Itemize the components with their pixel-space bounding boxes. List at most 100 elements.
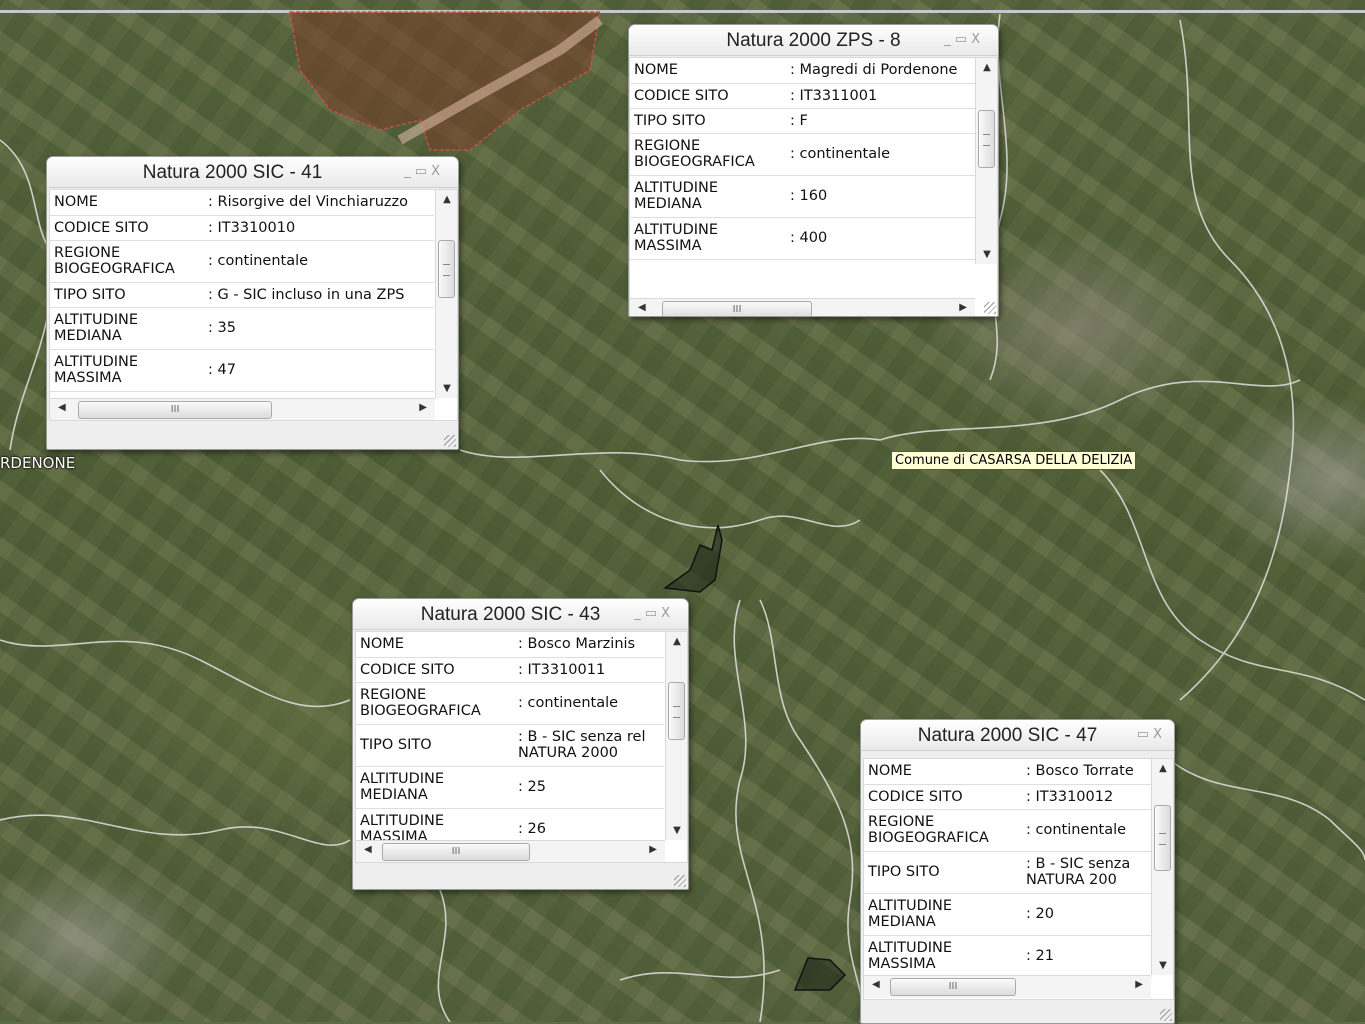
scroll-thumb-h[interactable]: III (662, 301, 812, 316)
popup-title: Natura 2000 SIC - 41 (142, 162, 323, 183)
scroll-down-icon[interactable]: ▼ (666, 825, 687, 836)
scroll-down-icon[interactable]: ▼ (976, 249, 997, 260)
resize-handle[interactable] (984, 302, 996, 314)
scroll-thumb-h[interactable]: III (78, 401, 272, 419)
scroll-down-icon[interactable]: ▼ (1152, 960, 1173, 971)
popup-titlebar[interactable]: Natura 2000 ZPS - 8 _▭X (629, 25, 998, 56)
close-icon[interactable]: X (971, 32, 984, 47)
attribute-key: TIPO SITO (50, 282, 204, 308)
attribute-table: NOME: Risorgive del Vinchiaruzzo CODICE … (50, 190, 434, 392)
horizontal-scrollbar[interactable]: ◀ III ▶ (864, 975, 1151, 998)
minimize-icon[interactable]: _ (404, 164, 415, 179)
vertical-scrollbar[interactable]: ▲ ▼ (975, 58, 997, 264)
minimize-icon[interactable]: _ (944, 32, 955, 47)
scroll-right-icon[interactable]: ▶ (1135, 979, 1143, 990)
attribute-key: REGIONE BIOGEOGRAFICA (50, 240, 204, 283)
scroll-up-icon[interactable]: ▲ (666, 636, 687, 647)
table-row: TIPO SITO: B - SIC senza rel NATURA 2000 (356, 724, 664, 767)
table-row: NOME: Bosco Marzinis (356, 632, 664, 658)
scroll-thumb[interactable] (668, 682, 685, 740)
attribute-panel: NOME: Bosco Torrate CODICE SITO: IT33100… (863, 758, 1174, 1000)
scroll-left-icon[interactable]: ◀ (58, 402, 66, 413)
horizontal-scrollbar[interactable]: ◀ III ▶ (356, 840, 665, 862)
scroll-left-icon[interactable]: ◀ (872, 979, 880, 990)
table-row: NOME: Risorgive del Vinchiaruzzo (50, 190, 434, 216)
popup-titlebar[interactable]: Natura 2000 SIC - 41 _▭X (47, 157, 458, 188)
horizontal-scrollbar[interactable]: ◀ III ▶ (50, 398, 435, 420)
resize-handle[interactable] (674, 875, 686, 887)
popup-titlebar[interactable]: Natura 2000 SIC - 43 _▭X (353, 599, 688, 630)
close-icon[interactable]: X (661, 606, 674, 621)
table-row: TIPO SITO: B - SIC senza NATURA 200 (864, 851, 1152, 894)
vertical-scrollbar[interactable]: ▲ ▼ (1151, 759, 1173, 975)
popup-title: Natura 2000 SIC - 43 (420, 604, 601, 625)
scroll-thumb[interactable] (1154, 805, 1171, 871)
scroll-up-icon[interactable]: ▲ (1152, 763, 1173, 774)
attribute-value: : IT3310011 (514, 657, 664, 683)
minimize-icon[interactable]: _ (634, 606, 645, 621)
table-row: CODICE SITO: IT3311001 (630, 83, 975, 109)
attribute-key: ALTITUDINE MASSIMA (50, 349, 204, 392)
map-label-pordenone: RDENONE (0, 454, 76, 472)
attribute-key: NOME (630, 58, 786, 84)
scroll-left-icon[interactable]: ◀ (364, 844, 372, 855)
scroll-up-icon[interactable]: ▲ (976, 62, 997, 73)
scroll-right-icon[interactable]: ▶ (649, 844, 657, 855)
scroll-left-icon[interactable]: ◀ (638, 302, 646, 313)
restore-icon[interactable]: ▭ (415, 164, 431, 179)
horizontal-scrollbar[interactable]: ◀ III ▶ (630, 298, 975, 316)
scroll-right-icon[interactable]: ▶ (419, 402, 427, 413)
scroll-thumb-h[interactable]: III (890, 978, 1016, 996)
table-row: CODICE SITO: IT3310012 (864, 784, 1152, 810)
scroll-up-icon[interactable]: ▲ (436, 194, 457, 205)
attribute-key: ALTITUDINE MASSIMA (630, 217, 786, 260)
scroll-right-icon[interactable]: ▶ (959, 302, 967, 313)
table-row: NOME: Magredi di Pordenone (630, 58, 975, 84)
attribute-value: : F (786, 108, 975, 134)
resize-handle[interactable] (444, 435, 456, 447)
restore-icon[interactable]: ▭ (1137, 727, 1153, 742)
attribute-value: : Bosco Torrate (1022, 759, 1152, 785)
resize-handle[interactable] (1160, 1009, 1172, 1021)
attribute-key: NOME (50, 190, 204, 216)
attribute-table: NOME: Magredi di Pordenone CODICE SITO: … (630, 58, 975, 260)
table-row: REGIONE BIOGEOGRAFICA: continentale (50, 240, 434, 283)
attribute-panel: NOME: Bosco Marzinis CODICE SITO: IT3310… (355, 631, 688, 863)
window-controls: ▭X (1137, 727, 1166, 742)
attribute-key: TIPO SITO (864, 851, 1022, 894)
popup-sic-41[interactable]: Natura 2000 SIC - 41 _▭X NOME: Risorgive… (46, 156, 459, 450)
scroll-thumb[interactable] (978, 110, 995, 168)
restore-icon[interactable]: ▭ (955, 32, 971, 47)
table-row: TIPO SITO: F (630, 108, 975, 134)
table-row: CODICE SITO: IT3310011 (356, 657, 664, 683)
vertical-scrollbar[interactable]: ▲ ▼ (665, 632, 687, 840)
scroll-thumb-h[interactable]: III (382, 843, 530, 861)
popup-sic-47[interactable]: Natura 2000 SIC - 47 ▭X NOME: Bosco Torr… (860, 719, 1175, 1024)
close-icon[interactable]: X (1153, 727, 1166, 742)
window-controls: _▭X (404, 164, 444, 179)
popup-zps-8[interactable]: Natura 2000 ZPS - 8 _▭X NOME: Magredi di… (628, 24, 999, 317)
vertical-scrollbar[interactable]: ▲ ▼ (435, 190, 457, 398)
scroll-down-icon[interactable]: ▼ (436, 383, 457, 394)
attribute-key: NOME (356, 632, 514, 658)
attribute-key: CODICE SITO (864, 784, 1022, 810)
popup-title: Natura 2000 ZPS - 8 (726, 30, 901, 51)
table-row: ALTITUDINE MASSIMA: 47 (50, 349, 434, 392)
table-row: NOME: Bosco Torrate (864, 759, 1152, 785)
attribute-value: : continentale (204, 240, 434, 283)
close-icon[interactable]: X (431, 164, 444, 179)
scroll-thumb[interactable] (438, 240, 455, 298)
attribute-table: NOME: Bosco Torrate CODICE SITO: IT33100… (864, 759, 1152, 978)
popup-sic-43[interactable]: Natura 2000 SIC - 43 _▭X NOME: Bosco Mar… (352, 598, 689, 890)
restore-icon[interactable]: ▭ (645, 606, 661, 621)
attribute-key: ALTITUDINE MEDIANA (50, 307, 204, 350)
attribute-key: REGIONE BIOGEOGRAFICA (630, 133, 786, 176)
attribute-key: CODICE SITO (356, 657, 514, 683)
table-row: ALTITUDINE MASSIMA: 400 (630, 217, 975, 260)
attribute-value: : 20 (1022, 893, 1152, 936)
attribute-key: TIPO SITO (630, 108, 786, 134)
attribute-key: TIPO SITO (356, 724, 514, 767)
attribute-key: CODICE SITO (630, 83, 786, 109)
popup-titlebar[interactable]: Natura 2000 SIC - 47 ▭X (861, 720, 1174, 751)
window-controls: _▭X (944, 32, 984, 47)
